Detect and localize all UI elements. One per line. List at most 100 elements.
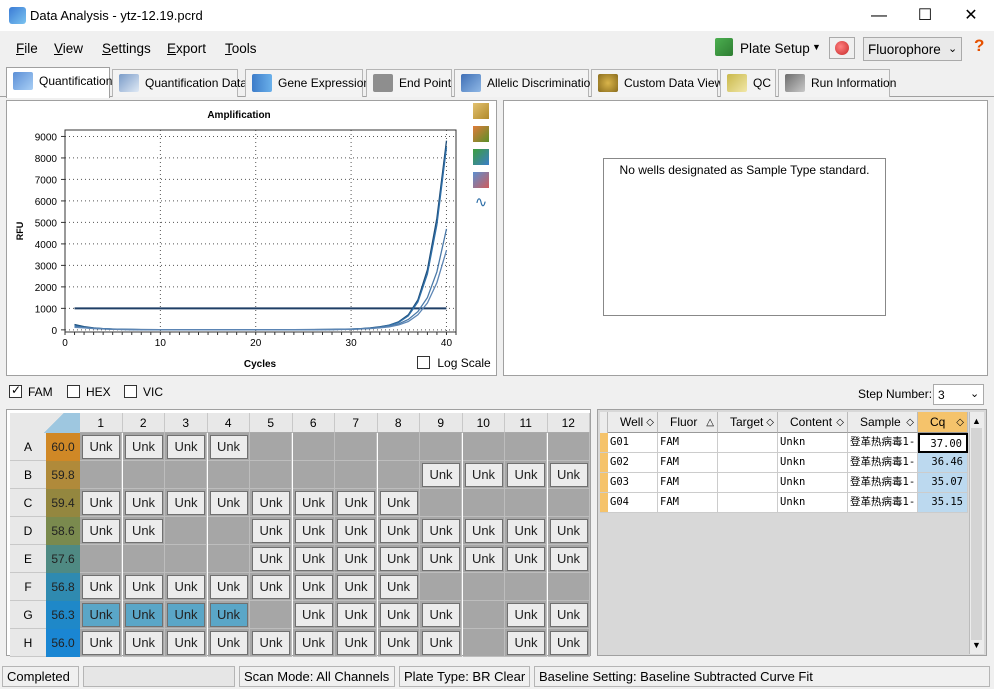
plate-well[interactable]: Unk [122,601,165,629]
row-selector[interactable] [600,473,608,493]
well-content-label[interactable]: Unk [549,463,588,487]
plate-well[interactable]: Unk [505,517,547,545]
plate-well[interactable]: Unk [420,601,462,629]
table-cell[interactable]: 登革热病毒1- [848,493,918,513]
well-content-label[interactable]: Unk [82,575,120,599]
well-content-label[interactable]: Unk [422,547,460,571]
plate-well[interactable] [377,461,420,489]
table-cell[interactable]: 登革热病毒1- [848,473,918,493]
plate-well[interactable] [462,433,505,461]
well-content-label[interactable]: Unk [294,603,333,627]
plate-well[interactable] [505,573,547,601]
well-content-label[interactable]: Unk [252,631,290,655]
export-icon[interactable] [473,149,489,165]
plate-well[interactable]: Unk [547,629,590,657]
well-content-label[interactable]: Unk [167,575,205,599]
table-cell[interactable] [718,473,778,493]
table-cell[interactable]: Unkn [778,493,848,513]
well-content-label[interactable]: Unk [379,575,418,599]
row-header[interactable]: C [10,489,46,517]
well-content-label[interactable]: Unk [294,547,333,571]
scroll-down-icon[interactable]: ▼ [970,640,983,650]
plate-well[interactable]: Unk [292,601,335,629]
column-header[interactable]: 6 [292,413,335,433]
well-content-label[interactable]: Unk [549,547,588,571]
plate-well[interactable]: Unk [80,517,122,545]
help-icon[interactable]: ? [974,36,984,56]
plate-well[interactable]: Unk [250,573,292,601]
column-header[interactable]: 3 [165,413,208,433]
row-header[interactable]: A [10,433,46,461]
column-header[interactable]: 7 [335,413,378,433]
well-content-label[interactable]: Unk [507,547,545,571]
plate-well[interactable]: Unk [122,433,165,461]
table-cell[interactable] [718,433,778,453]
plate-well[interactable]: Unk [335,573,377,601]
hex-checkbox[interactable] [67,385,80,399]
column-header[interactable]: 10 [462,413,505,433]
sort-icon[interactable]: ◇ [906,412,914,433]
plate-well[interactable] [207,517,250,545]
well-content-label[interactable]: Unk [167,631,205,655]
plate-well[interactable]: Unk [335,517,377,545]
row-header[interactable]: D [10,517,46,545]
row-header[interactable]: H [10,629,46,657]
plate-well[interactable] [420,433,462,461]
well-content-label[interactable]: Unk [337,603,375,627]
tab-qc[interactable]: QC [720,69,776,97]
vic-toggle[interactable]: VIC [124,384,163,399]
well-content-label[interactable]: Unk [82,519,120,543]
menu-export[interactable]: Export [167,41,206,56]
plate-well[interactable]: Unk [80,573,122,601]
plate-well[interactable]: Unk [250,517,292,545]
row-header[interactable]: G [10,601,46,629]
amplification-curve[interactable] [74,147,448,331]
plate-well[interactable]: Unk [547,545,590,573]
well-content-label[interactable]: Unk [337,575,375,599]
well-content-label[interactable]: Unk [294,631,333,655]
copy-icon[interactable] [473,103,489,119]
tab-quantification[interactable]: Quantification [6,67,112,98]
well-content-label[interactable]: Unk [167,491,205,515]
amplification-curve[interactable] [74,140,448,331]
plate-well[interactable]: Unk [547,517,590,545]
well-content-label[interactable]: Unk [252,519,290,543]
log-scale-checkbox[interactable] [417,356,430,370]
well-content-label[interactable]: Unk [209,631,248,655]
table-cell[interactable]: FAM [658,433,718,453]
plate-well[interactable] [335,433,377,461]
column-header[interactable]: 12 [547,413,590,433]
column-header-sample[interactable]: Sample ◇ [848,412,918,433]
column-header-fluor[interactable]: Fluor △ [658,412,718,433]
plate-well[interactable]: Unk [335,489,377,517]
table-cell[interactable]: G03 [608,473,658,493]
well-content-label[interactable]: Unk [337,519,375,543]
well-content-label[interactable]: Unk [337,491,375,515]
column-header[interactable]: 5 [250,413,293,433]
row-header[interactable]: B [10,461,46,489]
plate-well[interactable] [122,461,165,489]
plate-well[interactable]: Unk [165,433,207,461]
plate-well[interactable]: Unk [377,601,420,629]
column-header-well[interactable]: Well ◇ [608,412,658,433]
plate-well[interactable]: Unk [207,629,250,657]
plate-well[interactable] [377,433,420,461]
well-content-label[interactable]: Unk [549,603,588,627]
plate-well[interactable] [250,601,292,629]
column-header-content[interactable]: Content ◇ [778,412,848,433]
plate-well[interactable]: Unk [292,573,335,601]
plate-well[interactable]: Unk [122,517,165,545]
well-content-label[interactable]: Unk [379,519,418,543]
plate-well[interactable]: Unk [335,601,377,629]
table-cell[interactable]: FAM [658,473,718,493]
well-content-label[interactable]: Unk [209,575,248,599]
plate-well[interactable] [505,433,547,461]
menu-tools[interactable]: Tools [225,41,257,56]
plate-well[interactable]: Unk [165,601,207,629]
tab-quantification-data[interactable]: Quantification Data [112,69,247,97]
plate-well[interactable] [292,433,335,461]
plate-well[interactable]: Unk [80,629,122,657]
scroll-up-icon[interactable]: ▲ [970,416,983,426]
plate-well[interactable] [80,461,122,489]
plate-well[interactable]: Unk [207,433,250,461]
